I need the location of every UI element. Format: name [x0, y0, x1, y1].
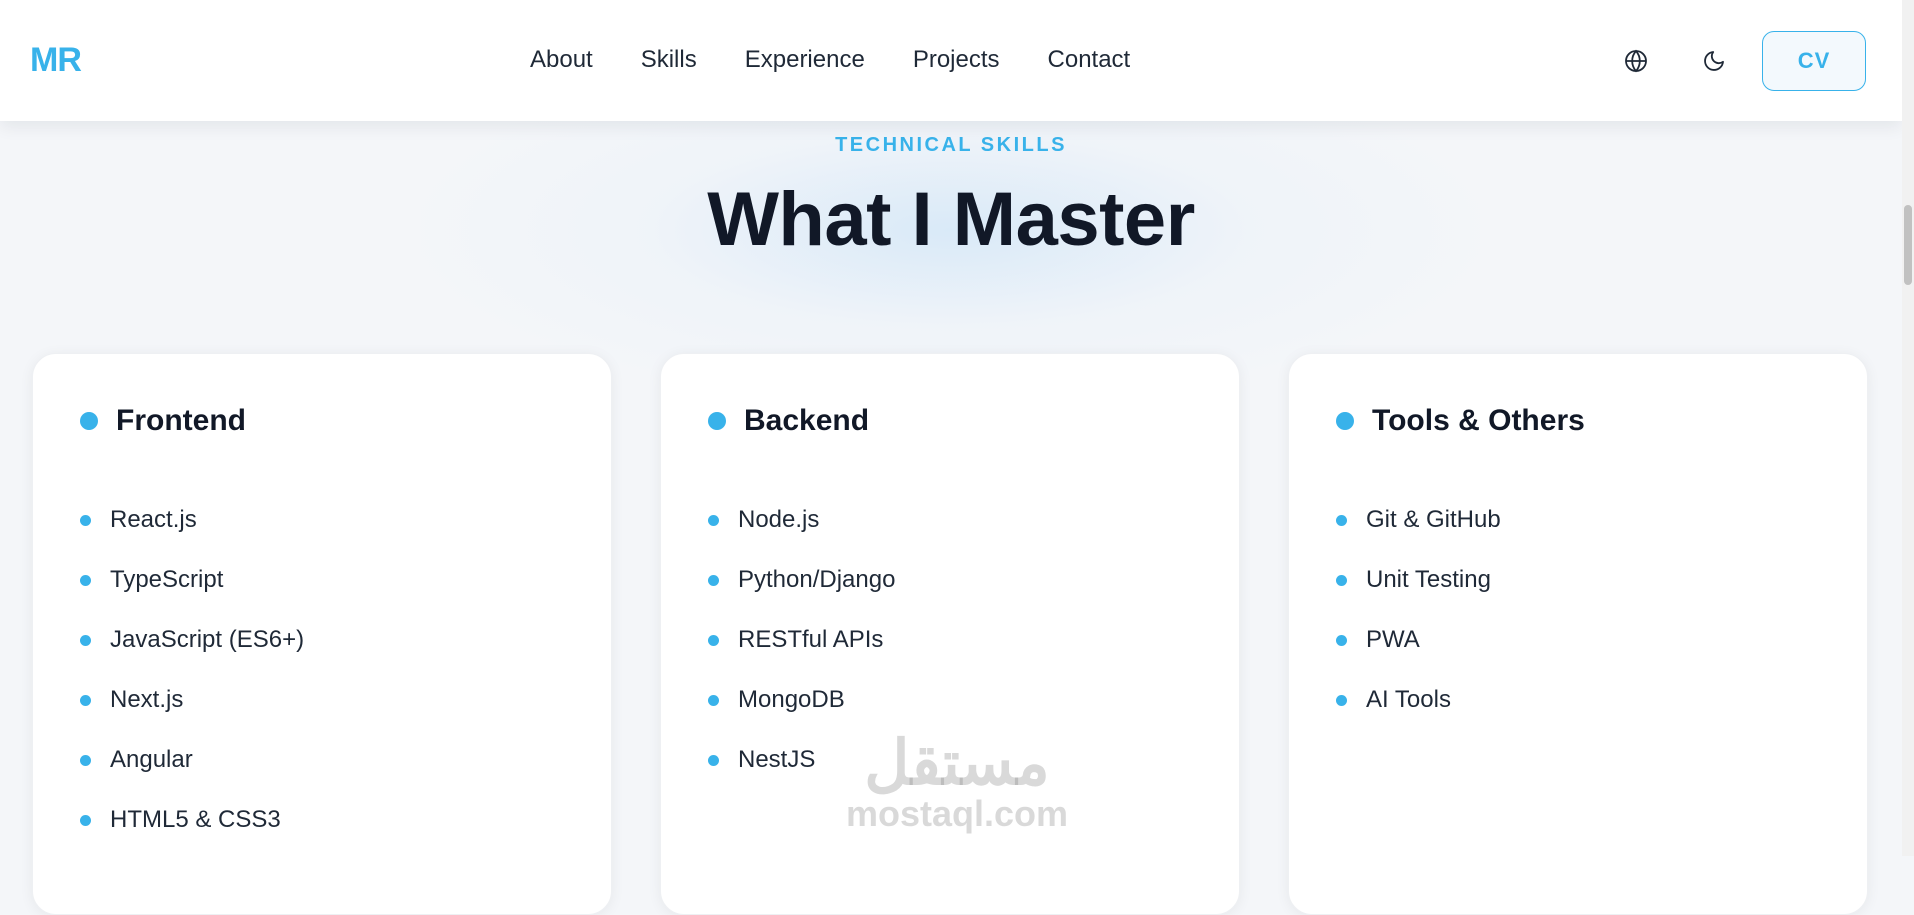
card-title: Backend: [744, 404, 870, 437]
bullet-icon: [1336, 514, 1347, 526]
skill-list: Node.js Python/Django RESTful APIs Mongo…: [708, 490, 895, 790]
bullet-icon: [80, 694, 91, 706]
skill-item: Git & GitHub: [1336, 490, 1501, 550]
scrollbar[interactable]: [1902, 0, 1914, 856]
section-title: What I Master: [707, 177, 1195, 262]
skill-item: Python/Django: [708, 550, 895, 610]
bullet-icon: [708, 412, 726, 430]
moon-icon: [1704, 51, 1724, 71]
bullet-icon: [708, 694, 719, 706]
skill-label: JavaScript (ES6+): [110, 626, 305, 653]
skill-label: PWA: [1366, 626, 1420, 653]
cv-button[interactable]: CV: [1762, 31, 1866, 91]
theme-toggle-button[interactable]: [1696, 43, 1732, 79]
skill-item: AI Tools: [1336, 670, 1501, 730]
bullet-icon: [80, 634, 91, 646]
nav-link-about[interactable]: About: [530, 42, 593, 78]
skill-label: AI Tools: [1366, 686, 1451, 713]
bullet-icon: [80, 514, 91, 526]
card-title: Tools & Others: [1372, 404, 1585, 437]
section-label: TECHNICAL SKILLS: [835, 134, 1067, 156]
bullet-icon: [1336, 412, 1354, 430]
skill-item: TypeScript: [80, 550, 304, 610]
skill-item: HTML5 & CSS3: [80, 790, 304, 850]
skill-label: Node.js: [738, 506, 820, 533]
skill-item: Unit Testing: [1336, 550, 1501, 610]
nav-link-contact[interactable]: Contact: [1048, 42, 1131, 78]
bullet-icon: [708, 514, 719, 526]
card-header: Frontend: [80, 404, 246, 438]
bullet-icon: [1336, 694, 1347, 706]
skill-item: Next.js: [80, 670, 304, 730]
skill-item: JavaScript (ES6+): [80, 610, 304, 670]
skill-label: Unit Testing: [1366, 566, 1491, 593]
nav-link-skills[interactable]: Skills: [641, 42, 697, 78]
skill-list: Git & GitHub Unit Testing PWA AI Tools: [1336, 490, 1501, 730]
skill-item: NestJS: [708, 730, 895, 790]
bullet-icon: [708, 634, 719, 646]
bullet-icon: [708, 754, 719, 766]
card-header: Tools & Others: [1336, 404, 1585, 438]
bullet-icon: [80, 814, 91, 826]
scrollbar-thumb[interactable]: [1904, 205, 1912, 285]
language-button[interactable]: [1618, 43, 1654, 79]
bullet-icon: [80, 754, 91, 766]
skill-card-tools: Tools & Others Git & GitHub Unit Testing…: [1288, 353, 1868, 915]
card-title: Frontend: [116, 404, 246, 437]
skill-item: RESTful APIs: [708, 610, 895, 670]
bullet-icon: [80, 412, 98, 430]
nav-links: About Skills Experience Projects Contact: [530, 42, 1130, 78]
skill-label: MongoDB: [738, 686, 845, 713]
skill-label: HTML5 & CSS3: [110, 806, 281, 833]
skill-item: React.js: [80, 490, 304, 550]
skill-label: RESTful APIs: [738, 626, 884, 653]
nav-link-projects[interactable]: Projects: [913, 42, 1000, 78]
bullet-icon: [1336, 634, 1347, 646]
skill-label: Next.js: [110, 686, 184, 713]
skill-item: Angular: [80, 730, 304, 790]
skill-card-frontend: Frontend React.js TypeScript JavaScript …: [32, 353, 612, 915]
skill-list: React.js TypeScript JavaScript (ES6+) Ne…: [80, 490, 304, 850]
skill-label: NestJS: [738, 746, 816, 773]
bullet-icon: [708, 574, 719, 586]
skill-label: Git & GitHub: [1366, 506, 1501, 533]
skill-item: PWA: [1336, 610, 1501, 670]
card-header: Backend: [708, 404, 869, 438]
nav-link-experience[interactable]: Experience: [745, 42, 865, 78]
skill-label: Python/Django: [738, 566, 896, 593]
bullet-icon: [80, 574, 91, 586]
navbar: MR About Skills Experience Projects Cont…: [0, 0, 1902, 121]
globe-icon: [1625, 49, 1647, 73]
logo[interactable]: MR: [30, 40, 82, 80]
skill-label: React.js: [110, 506, 197, 533]
skill-card-backend: Backend Node.js Python/Django RESTful AP…: [660, 353, 1240, 915]
bullet-icon: [1336, 574, 1347, 586]
skill-label: Angular: [110, 746, 193, 773]
skill-label: TypeScript: [110, 566, 224, 593]
skill-item: Node.js: [708, 490, 895, 550]
skill-item: MongoDB: [708, 670, 895, 730]
